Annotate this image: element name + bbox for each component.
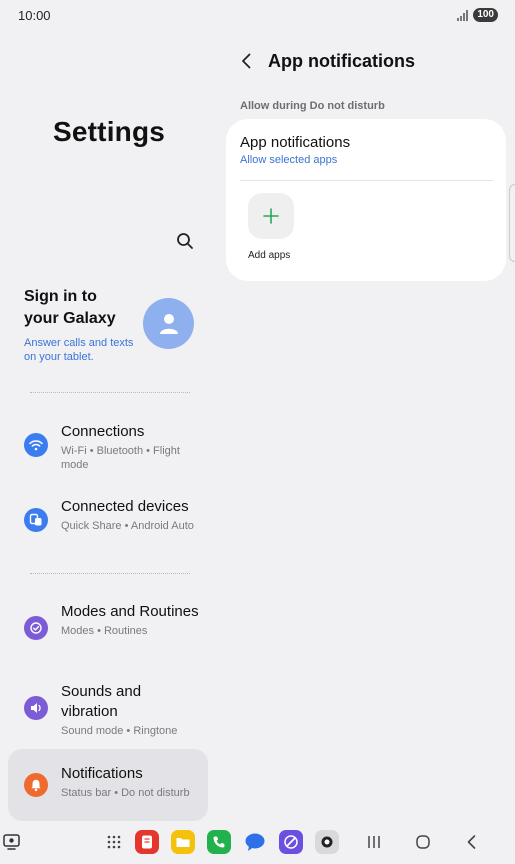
menu-item-label: Connected devices bbox=[61, 498, 189, 515]
status-time: 10:00 bbox=[18, 8, 51, 23]
menu-item-text: Sounds and vibration Sound mode • Ringto… bbox=[61, 682, 201, 738]
menu-item-text: Notifications Status bar • Do not distur… bbox=[61, 764, 201, 800]
files-app-button[interactable] bbox=[171, 830, 195, 854]
menu-item-connected-devices[interactable]: Connected devices Quick Share • Android … bbox=[8, 491, 208, 549]
bell-icon bbox=[24, 773, 48, 797]
back-button[interactable] bbox=[236, 50, 256, 72]
menu-item-sub: Modes • Routines bbox=[61, 625, 148, 637]
app-notifications-row[interactable]: App notifications Allow selected apps bbox=[226, 119, 506, 179]
page-title: Settings bbox=[53, 116, 166, 147]
browser-icon bbox=[284, 835, 298, 849]
nav-back-button[interactable] bbox=[459, 830, 483, 854]
apps-grid-icon bbox=[107, 835, 121, 849]
camera-icon bbox=[321, 836, 333, 848]
menu-item-notifications[interactable]: Notifications Status bar • Do not distur… bbox=[8, 749, 208, 821]
taskbar bbox=[0, 820, 515, 864]
menu-item-label: Sounds and vibration bbox=[61, 683, 142, 720]
apps-grid-button[interactable] bbox=[102, 830, 126, 854]
menu-item-label: Notifications bbox=[61, 765, 143, 782]
folder-icon bbox=[176, 838, 190, 847]
notes-app-button[interactable] bbox=[135, 830, 159, 854]
phone-app-button[interactable] bbox=[207, 830, 231, 854]
battery-icon: 100 bbox=[473, 8, 498, 22]
edge-panel-handle[interactable] bbox=[509, 184, 515, 262]
signal-icon bbox=[457, 9, 469, 21]
add-apps-label: Add apps bbox=[248, 250, 291, 261]
card-row-title: App notifications bbox=[240, 134, 351, 151]
menu-item-sub: Wi-Fi • Bluetooth • Flight mode bbox=[61, 445, 180, 471]
avatar[interactable] bbox=[143, 298, 194, 349]
search-button[interactable] bbox=[174, 230, 196, 252]
wifi-icon bbox=[24, 433, 48, 457]
camera-app-button[interactable] bbox=[315, 830, 339, 854]
home-button[interactable] bbox=[411, 830, 435, 854]
routines-icon bbox=[24, 616, 48, 640]
divider bbox=[30, 573, 190, 574]
menu-item-sub: Sound mode • Ringtone bbox=[61, 725, 178, 737]
menu-item-sounds-vibration[interactable]: Sounds and vibration Sound mode • Ringto… bbox=[8, 676, 208, 740]
signin-title: Sign in to your Galaxy bbox=[24, 288, 116, 327]
screen-recorder-button[interactable] bbox=[0, 830, 24, 854]
back-icon bbox=[467, 835, 476, 849]
home-icon bbox=[416, 835, 430, 849]
messages-icon bbox=[245, 833, 265, 851]
status-bar: 10:00 100 bbox=[0, 0, 515, 32]
card-row-subtitle: Allow selected apps bbox=[240, 154, 338, 166]
recents-button[interactable] bbox=[362, 830, 386, 854]
menu-item-label: Connections bbox=[61, 423, 145, 440]
detail-title: App notifications bbox=[268, 51, 415, 71]
app-notifications-card: App notifications Allow selected apps Ad… bbox=[226, 119, 506, 281]
notes-icon bbox=[142, 835, 152, 849]
status-indicators: 100 bbox=[457, 8, 498, 22]
messages-app-button[interactable] bbox=[243, 830, 267, 854]
plus-icon bbox=[263, 208, 279, 224]
menu-item-label: Modes and Routines bbox=[61, 603, 199, 620]
speaker-icon bbox=[24, 696, 48, 720]
add-apps-tile[interactable] bbox=[248, 193, 294, 239]
browser-app-button[interactable] bbox=[279, 830, 303, 854]
menu-item-sub: Status bar • Do not disturb bbox=[61, 787, 190, 799]
divider bbox=[30, 392, 190, 393]
menu-item-connections[interactable]: Connections Wi-Fi • Bluetooth • Flight m… bbox=[8, 416, 208, 474]
menu-item-text: Connected devices Quick Share • Android … bbox=[61, 497, 201, 533]
menu-item-text: Connections Wi-Fi • Bluetooth • Flight m… bbox=[61, 422, 201, 472]
section-header: Allow during Do not disturb bbox=[240, 100, 385, 112]
person-icon bbox=[159, 313, 178, 334]
search-icon bbox=[177, 233, 193, 249]
menu-item-sub: Quick Share • Android Auto bbox=[61, 520, 194, 532]
devices-icon bbox=[24, 508, 48, 532]
screen: 10:00 100 Settings Sign in to your Galax… bbox=[0, 0, 515, 864]
recents-icon bbox=[368, 836, 380, 848]
menu-item-modes-routines[interactable]: Modes and Routines Modes • Routines bbox=[8, 596, 208, 660]
screen-recorder-icon bbox=[3, 834, 20, 850]
phone-icon bbox=[213, 836, 225, 848]
chevron-left-icon bbox=[242, 53, 251, 69]
menu-item-text: Modes and Routines Modes • Routines bbox=[61, 602, 201, 638]
add-apps-button[interactable]: Add apps bbox=[248, 193, 296, 261]
signin-subtitle: Answer calls and texts on your tablet. bbox=[24, 337, 134, 363]
divider bbox=[240, 180, 493, 181]
